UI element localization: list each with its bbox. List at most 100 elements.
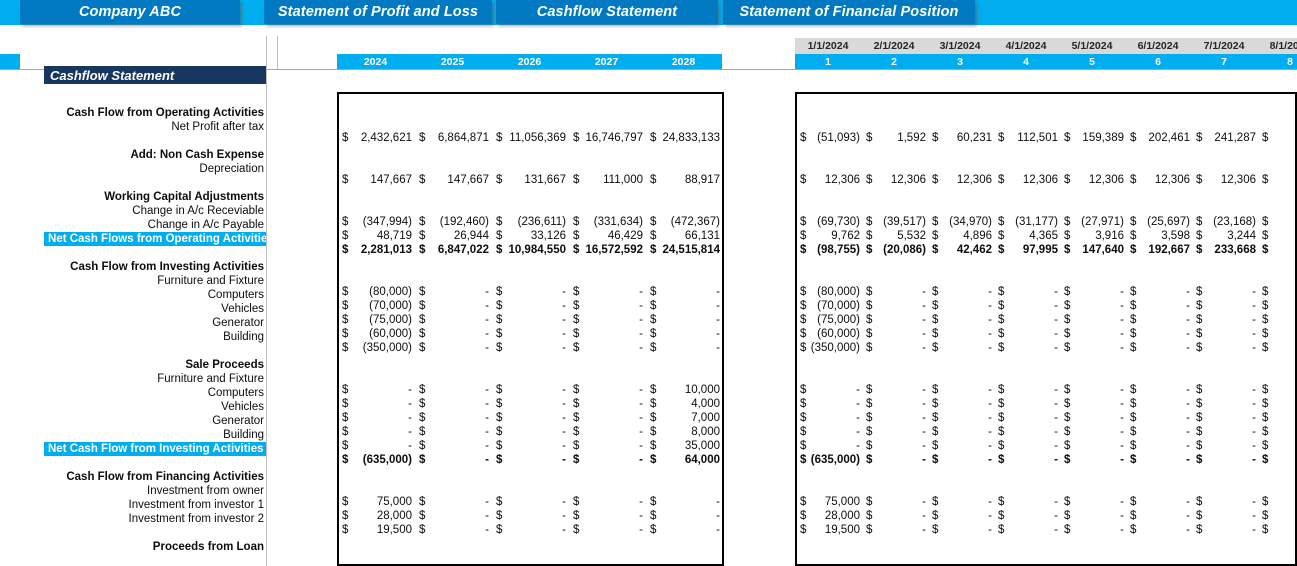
value-cell[interactable]: $ (70,000) — [797, 299, 863, 313]
value-cell[interactable]: $ - — [647, 509, 722, 523]
value-cell[interactable]: $ (60,000) — [797, 327, 863, 341]
value-cell[interactable]: $5,532 — [863, 229, 929, 243]
value-cell[interactable]: $ - — [1127, 383, 1193, 397]
value-cell[interactable]: $ — [1259, 313, 1295, 327]
value-cell[interactable]: $ (80,000) — [797, 285, 863, 299]
value-cell[interactable]: $ - — [929, 411, 995, 425]
value-cell[interactable]: $ - — [929, 523, 995, 537]
value-cell[interactable]: $ — [1259, 341, 1295, 355]
value-cell[interactable]: $ - — [929, 425, 995, 439]
value-cell[interactable]: $ - — [570, 383, 647, 397]
value-cell[interactable]: $19,500 — [797, 523, 863, 537]
value-cell[interactable]: $ - — [863, 453, 929, 467]
value-cell[interactable]: $ - — [416, 453, 493, 467]
value-cell[interactable]: $ - — [493, 299, 570, 313]
value-cell[interactable]: $ - — [1127, 299, 1193, 313]
value-cell[interactable]: $12,306 — [1061, 173, 1127, 187]
value-cell[interactable]: $ - — [647, 495, 722, 509]
value-cell[interactable]: $ - — [1193, 453, 1259, 467]
value-cell[interactable]: $ (69,730) — [797, 215, 863, 229]
value-cell[interactable]: $ (331,634) — [570, 215, 647, 229]
value-cell[interactable]: $192,667 — [1127, 243, 1193, 257]
value-cell[interactable]: $ - — [995, 439, 1061, 453]
value-cell[interactable]: $ - — [1127, 397, 1193, 411]
value-cell[interactable]: $ - — [797, 425, 863, 439]
value-cell[interactable]: $ - — [1193, 425, 1259, 439]
value-cell[interactable]: $ (27,971) — [1061, 215, 1127, 229]
value-cell[interactable]: $10,984,550 — [493, 243, 570, 257]
value-cell[interactable]: $ - — [1193, 299, 1259, 313]
value-cell[interactable]: $64,000 — [647, 453, 722, 467]
tab-statement-of-financial-position[interactable]: Statement of Financial Position — [723, 0, 975, 24]
value-cell[interactable]: $ (20,086) — [863, 243, 929, 257]
value-cell[interactable]: $10,000 — [647, 383, 722, 397]
value-cell[interactable]: $147,667 — [339, 173, 416, 187]
value-cell[interactable]: $131,667 — [493, 173, 570, 187]
value-cell[interactable]: $ - — [863, 411, 929, 425]
value-cell[interactable]: $ - — [1127, 495, 1193, 509]
value-cell[interactable]: $ - — [416, 411, 493, 425]
value-cell[interactable]: $ - — [493, 327, 570, 341]
value-cell[interactable]: $ - — [570, 285, 647, 299]
value-cell[interactable]: $ (236,611) — [493, 215, 570, 229]
value-cell[interactable]: $ - — [416, 285, 493, 299]
value-cell[interactable]: $ - — [493, 341, 570, 355]
value-cell[interactable]: $ - — [570, 495, 647, 509]
value-cell[interactable]: $ - — [493, 453, 570, 467]
value-cell[interactable]: $ - — [570, 397, 647, 411]
value-cell[interactable]: $ - — [647, 313, 722, 327]
value-cell[interactable]: $ - — [995, 313, 1061, 327]
value-cell[interactable]: $ - — [570, 327, 647, 341]
value-cell[interactable]: $4,365 — [995, 229, 1061, 243]
value-cell[interactable]: $ - — [1061, 313, 1127, 327]
value-cell[interactable]: $ (39,517) — [863, 215, 929, 229]
value-cell[interactable]: $ — [1259, 327, 1295, 341]
value-cell[interactable]: $ - — [995, 495, 1061, 509]
value-cell[interactable]: $ - — [416, 299, 493, 313]
value-cell[interactable]: $ - — [1127, 327, 1193, 341]
value-cell[interactable]: $ — [1259, 299, 1295, 313]
value-cell[interactable]: $ (75,000) — [339, 313, 416, 327]
value-cell[interactable]: $42,462 — [929, 243, 995, 257]
value-cell[interactable]: $ - — [797, 439, 863, 453]
value-cell[interactable]: $ - — [1127, 523, 1193, 537]
value-cell[interactable]: $ - — [493, 425, 570, 439]
value-cell[interactable]: $8,000 — [647, 425, 722, 439]
value-cell[interactable]: $ - — [995, 411, 1061, 425]
value-cell[interactable]: $ - — [1061, 453, 1127, 467]
value-cell[interactable]: $ - — [929, 285, 995, 299]
value-cell[interactable]: $ - — [1193, 327, 1259, 341]
value-cell[interactable]: $ - — [570, 439, 647, 453]
value-cell[interactable]: $ - — [1061, 397, 1127, 411]
value-cell[interactable]: $ - — [1193, 411, 1259, 425]
value-cell[interactable]: $ - — [929, 313, 995, 327]
value-cell[interactable]: $ (51,093) — [797, 131, 863, 145]
value-cell[interactable]: $12,306 — [863, 173, 929, 187]
value-cell[interactable]: $ - — [416, 341, 493, 355]
value-cell[interactable]: $ - — [493, 439, 570, 453]
value-cell[interactable]: $ - — [797, 397, 863, 411]
value-cell[interactable]: $ - — [647, 327, 722, 341]
value-cell[interactable]: $147,667 — [416, 173, 493, 187]
value-cell[interactable]: $ - — [570, 509, 647, 523]
value-cell[interactable]: $ - — [339, 411, 416, 425]
value-cell[interactable]: $271 — [1259, 243, 1295, 257]
value-cell[interactable]: $ - — [863, 383, 929, 397]
value-cell[interactable]: $24,833,133 — [647, 131, 722, 145]
value-cell[interactable]: $ - — [995, 285, 1061, 299]
value-cell[interactable]: $ — [1259, 523, 1295, 537]
value-cell[interactable]: $ (60,000) — [339, 327, 416, 341]
value-cell[interactable]: $ — [1259, 439, 1295, 453]
value-cell[interactable]: $12,306 — [929, 173, 995, 187]
value-cell[interactable]: $ - — [339, 425, 416, 439]
value-cell[interactable]: $ - — [416, 327, 493, 341]
value-cell[interactable]: $ - — [1061, 341, 1127, 355]
value-cell[interactable]: $ - — [1193, 397, 1259, 411]
value-cell[interactable]: $ - — [1061, 439, 1127, 453]
value-cell[interactable]: $ - — [863, 397, 929, 411]
value-cell[interactable]: $ - — [1193, 439, 1259, 453]
value-cell[interactable]: $ - — [1061, 299, 1127, 313]
value-cell[interactable]: $ (23,168) — [1193, 215, 1259, 229]
value-cell[interactable]: $277 — [1259, 131, 1295, 145]
value-cell[interactable]: $ - — [570, 453, 647, 467]
